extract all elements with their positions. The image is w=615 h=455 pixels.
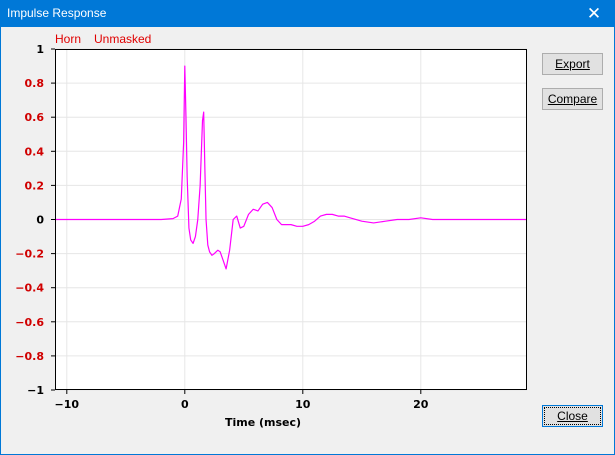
export-button-label: Export [555, 57, 590, 71]
x-tick-label: −10 [55, 398, 80, 411]
impulse-response-window: Impulse Response ✕ Horn Unmasked 1 0.8 0.6… [0, 0, 615, 455]
x-tick-label: 10 [295, 398, 311, 411]
y-tick-label: −1 [27, 384, 44, 397]
y-tick-label: −0.8 [15, 350, 44, 363]
x-tick-label: 0 [181, 398, 189, 411]
y-tick-label: 1 [36, 43, 44, 56]
x-axis-label: Time (msec) [225, 416, 301, 429]
y-tick-label: −0.6 [15, 316, 44, 329]
y-tick-label: 0.4 [25, 145, 45, 158]
impulse-response-chart: 1 0.8 0.6 0.4 0.2 0 −0.2 −0.4 −0.6 −0.8 −1 −10 0 10 20… [15, 43, 527, 429]
export-button[interactable]: Export [542, 53, 603, 75]
close-button-label: Close [557, 409, 588, 423]
y-tick-label: 0.6 [25, 111, 45, 124]
y-tick-label: −0.2 [15, 248, 44, 261]
y-tick-label: −0.4 [15, 282, 44, 295]
compare-button[interactable]: Compare [542, 88, 603, 110]
y-tick-label: 0.2 [25, 179, 45, 192]
y-tick-label: 0.8 [25, 77, 45, 90]
x-tick-label: 20 [413, 398, 429, 411]
close-button[interactable]: Close [542, 405, 603, 427]
y-tick-label: 0 [36, 214, 44, 227]
compare-button-label: Compare [547, 92, 598, 106]
